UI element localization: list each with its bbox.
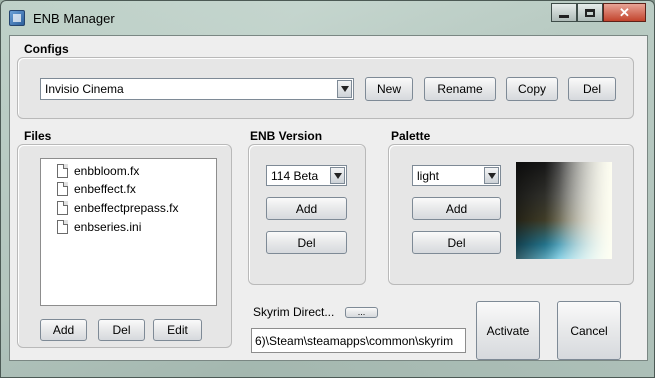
browse-directory-button[interactable]: ... xyxy=(345,307,378,318)
chevron-down-icon xyxy=(487,172,496,179)
file-icon xyxy=(57,164,68,178)
edit-file-button[interactable]: Edit xyxy=(153,319,202,341)
enb-version-group: 114 Beta Add Del xyxy=(248,144,366,285)
minimize-button[interactable] xyxy=(551,3,577,22)
app-window: ENB Manager ✕ Configs Invisio Cinema New xyxy=(0,0,655,378)
palette-group: light Add Del xyxy=(388,144,634,285)
file-name: enbseries.ini xyxy=(74,220,142,234)
new-config-button[interactable]: New xyxy=(365,77,413,101)
delete-config-button[interactable]: Del xyxy=(568,77,616,101)
enb-version-dropdown-button[interactable] xyxy=(330,167,345,184)
list-item[interactable]: enbeffect.fx xyxy=(57,180,136,198)
maximize-button[interactable] xyxy=(577,3,603,22)
rename-config-button[interactable]: Rename xyxy=(424,77,496,101)
skyrim-path-field[interactable]: 6)\Steam\steamapps\common\skyrim xyxy=(251,328,466,353)
palette-select[interactable]: light xyxy=(412,165,501,186)
chevron-down-icon xyxy=(333,172,342,179)
delete-palette-button[interactable]: Del xyxy=(412,231,501,254)
list-item[interactable]: enbbloom.fx xyxy=(57,162,139,180)
window-title: ENB Manager xyxy=(33,11,115,26)
maximize-icon xyxy=(585,8,595,17)
caption-buttons: ✕ xyxy=(551,3,646,23)
close-icon: ✕ xyxy=(619,4,630,20)
configs-label: Configs xyxy=(24,42,69,56)
config-select-value: Invisio Cinema xyxy=(45,82,124,96)
files-group: enbbloom.fx enbeffect.fx enbeffectprepas… xyxy=(17,144,232,348)
cancel-button[interactable]: Cancel xyxy=(557,301,621,360)
delete-file-button[interactable]: Del xyxy=(98,319,145,341)
list-item[interactable]: enbseries.ini xyxy=(57,218,141,236)
file-icon xyxy=(57,201,68,215)
palette-preview xyxy=(516,162,612,259)
file-icon xyxy=(57,220,68,234)
enb-version-value: 114 Beta xyxy=(271,168,319,183)
close-button[interactable]: ✕ xyxy=(603,3,646,22)
add-file-button[interactable]: Add xyxy=(40,319,87,341)
list-item[interactable]: enbeffectprepass.fx xyxy=(57,199,179,217)
minimize-icon xyxy=(559,14,569,18)
file-icon xyxy=(57,182,68,196)
copy-config-button[interactable]: Copy xyxy=(506,77,558,101)
app-icon xyxy=(9,10,25,26)
palette-dropdown-button[interactable] xyxy=(484,167,499,184)
palette-label: Palette xyxy=(391,129,431,143)
file-name: enbeffectprepass.fx xyxy=(74,201,179,215)
add-palette-button[interactable]: Add xyxy=(412,197,501,220)
client-area: Configs Invisio Cinema New Rename Copy D… xyxy=(9,35,648,361)
config-dropdown-button[interactable] xyxy=(337,80,352,98)
enb-version-select[interactable]: 114 Beta xyxy=(266,165,347,186)
activate-button[interactable]: Activate xyxy=(476,301,540,360)
delete-enb-version-button[interactable]: Del xyxy=(266,231,347,254)
file-name: enbeffect.fx xyxy=(74,182,136,196)
files-label: Files xyxy=(24,129,52,143)
chevron-down-icon xyxy=(340,86,349,92)
files-list[interactable]: enbbloom.fx enbeffect.fx enbeffectprepas… xyxy=(40,158,217,306)
title-bar[interactable]: ENB Manager ✕ xyxy=(1,1,654,35)
config-select[interactable]: Invisio Cinema xyxy=(40,78,354,100)
add-enb-version-button[interactable]: Add xyxy=(266,197,347,220)
file-name: enbbloom.fx xyxy=(74,164,140,178)
enb-version-label: ENB Version xyxy=(250,129,323,143)
skyrim-directory-label: Skyrim Direct... xyxy=(253,305,335,319)
palette-value: light xyxy=(417,168,440,183)
configs-group: Invisio Cinema New Rename Copy Del xyxy=(17,57,634,119)
